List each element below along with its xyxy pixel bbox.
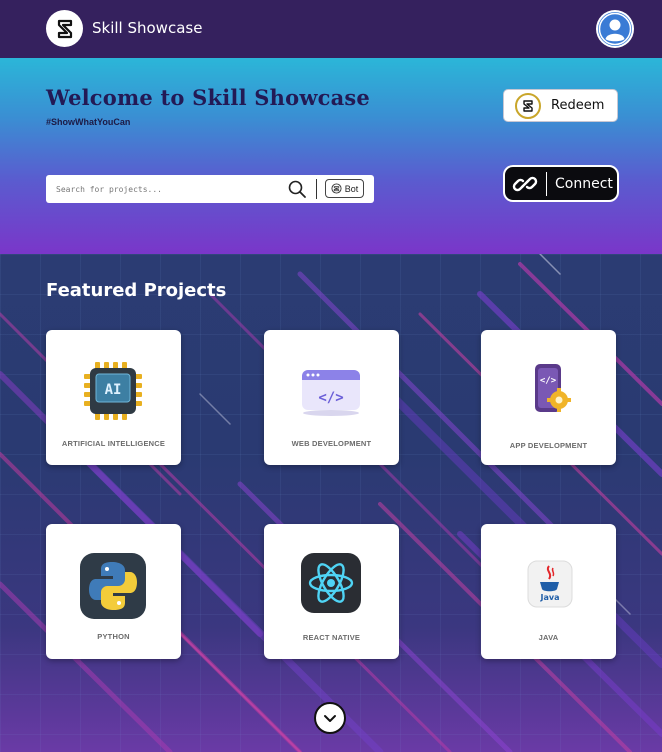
project-card-artificial-intelligence[interactable]: AI ARTIFICIAL INTELLIGENCE <box>46 330 181 465</box>
featured-projects-section: Featured Projects AI ARTIFICIAL INTELLIG… <box>0 254 662 752</box>
top-navbar: Skill Showcase <box>0 0 662 58</box>
redeem-label: Redeem <box>551 98 605 113</box>
search-icon[interactable] <box>287 179 307 199</box>
hero-tagline: #ShowWhatYouCan <box>46 117 131 127</box>
python-logo-icon <box>80 553 146 619</box>
search-divider <box>316 179 317 199</box>
connect-button[interactable]: Connect <box>503 165 619 202</box>
user-avatar-icon[interactable] <box>596 10 634 48</box>
svg-text:AI: AI <box>105 382 122 398</box>
project-card-label: JAVA <box>538 633 559 642</box>
app-title[interactable]: Skill Showcase <box>92 19 202 37</box>
project-card-react-native[interactable]: REACT NATIVE <box>264 524 399 659</box>
light-streaks-background <box>0 254 662 752</box>
redeem-button[interactable]: Redeem <box>503 89 618 122</box>
bot-button[interactable]: Bot <box>325 179 364 198</box>
svg-text:</>: </> <box>318 390 343 406</box>
bot-icon <box>331 183 342 194</box>
connect-divider <box>546 171 547 196</box>
skill-showcase-logo-icon[interactable] <box>46 10 83 47</box>
project-card-python[interactable]: PYTHON <box>46 524 181 659</box>
hero-section: Welcome to Skill Showcase #ShowWhatYouCa… <box>0 58 662 254</box>
project-card-app-development[interactable]: </> APP DEVELOPMENT <box>481 330 616 465</box>
link-chain-icon <box>510 169 540 199</box>
ai-chip-icon: AI <box>84 362 142 420</box>
app-code-gear-icon: </> <box>535 364 571 412</box>
project-card-java[interactable]: Java JAVA <box>481 524 616 659</box>
scroll-down-button[interactable] <box>314 702 346 734</box>
hero-title: Welcome to Skill Showcase <box>46 85 370 110</box>
project-card-label: WEB DEVELOPMENT <box>291 439 372 448</box>
search-input[interactable] <box>56 176 286 202</box>
project-card-label: APP DEVELOPMENT <box>509 441 588 450</box>
svg-text:Java: Java <box>540 593 560 602</box>
connect-label: Connect <box>555 175 613 192</box>
bot-label: Bot <box>344 183 359 194</box>
project-card-label: PYTHON <box>97 632 130 641</box>
react-logo-icon <box>301 553 361 613</box>
featured-projects-title: Featured Projects <box>46 280 227 301</box>
project-card-web-development[interactable]: </> WEB DEVELOPMENT <box>264 330 399 465</box>
search-bar: Bot <box>46 175 374 203</box>
project-card-label: REACT NATIVE <box>302 633 361 642</box>
coin-icon <box>515 92 541 119</box>
java-logo-icon: Java <box>527 560 573 608</box>
svg-text:</>: </> <box>540 376 557 386</box>
chevron-down-icon <box>324 715 336 722</box>
project-card-label: ARTIFICIAL INTELLIGENCE <box>61 439 166 448</box>
web-code-window-icon: </> <box>302 370 360 416</box>
